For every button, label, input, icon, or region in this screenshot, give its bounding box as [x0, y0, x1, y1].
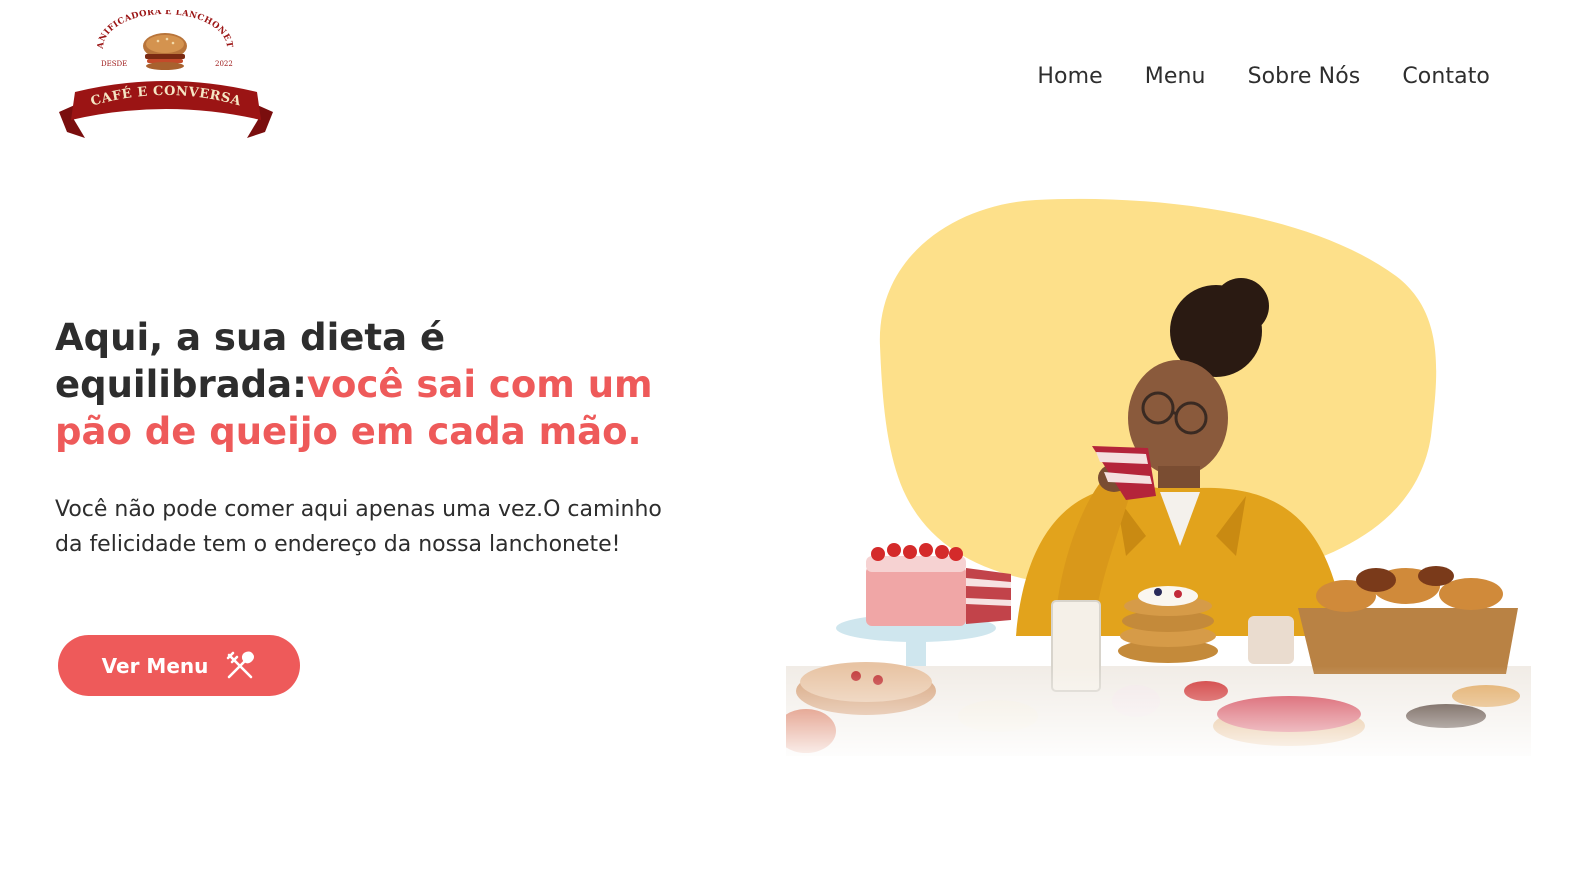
- logo-since-year: 2022: [215, 60, 233, 68]
- main-nav: Home Menu Sobre Nós Contato: [1037, 64, 1490, 89]
- nav-home[interactable]: Home: [1037, 64, 1102, 89]
- nav-contato[interactable]: Contato: [1402, 64, 1490, 89]
- hero-illustration: [786, 196, 1531, 756]
- nav-menu[interactable]: Menu: [1145, 64, 1206, 89]
- brand-logo[interactable]: PANIFICADORA E LANCHONETE DESDE 2022: [55, 10, 277, 144]
- bread-icon: [143, 33, 187, 70]
- fork-knife-icon: [224, 650, 256, 682]
- hero-subtitle: Você não pode comer aqui apenas uma vez.…: [55, 497, 662, 557]
- nav-sobre-nos[interactable]: Sobre Nós: [1248, 64, 1361, 89]
- ver-menu-label: Ver Menu: [101, 653, 209, 678]
- logo-since-label: DESDE: [101, 60, 127, 68]
- logo-graphic: PANIFICADORA E LANCHONETE DESDE 2022: [55, 10, 273, 138]
- hero-title: Aqui, a sua dieta é equilibrada:você sai…: [55, 314, 695, 455]
- ver-menu-button[interactable]: Ver Menu: [58, 635, 300, 696]
- page: PANIFICADORA E LANCHONETE DESDE 2022: [0, 0, 1582, 869]
